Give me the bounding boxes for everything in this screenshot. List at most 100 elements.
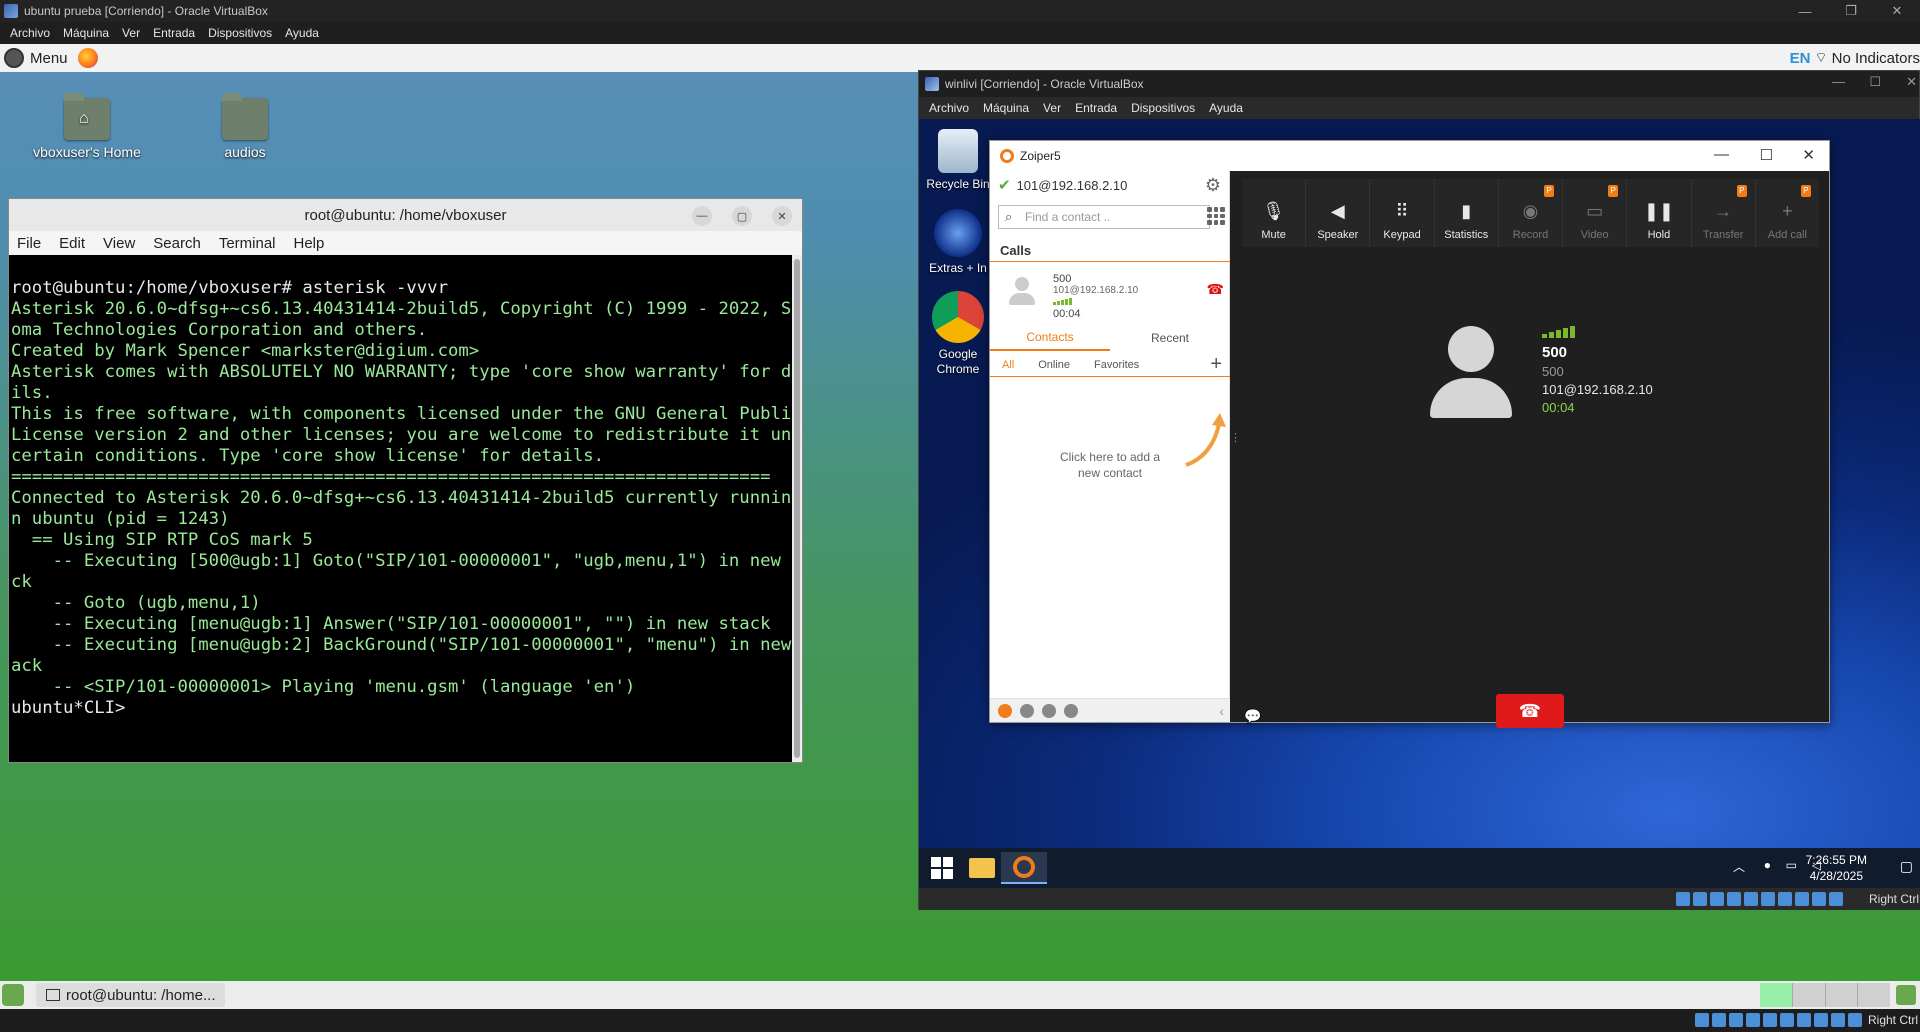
zoiper-close-button[interactable]: ✕ — [1802, 146, 1815, 164]
hangup-button[interactable]: ☎ — [1496, 694, 1564, 728]
terminal-output[interactable]: root@ubuntu:/home/vboxuser# asterisk -vv… — [9, 255, 792, 762]
terminal-title-bar[interactable]: root@ubuntu: /home/vboxuser — ▢ ✕ — [9, 199, 802, 231]
phone-small-icon[interactable] — [1064, 703, 1078, 718]
tab-contacts[interactable]: Contacts — [990, 325, 1110, 351]
collapse-icon[interactable]: ‹ — [1219, 703, 1224, 719]
account-status[interactable]: ✔ 101@192.168.2.10 ⚙ — [990, 171, 1229, 199]
chat-icon[interactable]: 💬 — [1244, 708, 1261, 725]
display-icon[interactable] — [1761, 892, 1775, 906]
close-button[interactable]: ✕ — [1874, 0, 1920, 22]
mouse-integration-icon[interactable] — [1831, 1013, 1845, 1027]
network-adapter-icon[interactable] — [1727, 892, 1741, 906]
vm2-minimize-button[interactable]: — — [1832, 74, 1845, 89]
terminal-menu-file[interactable]: File — [17, 235, 41, 252]
desktop-icon-recycle-bin[interactable]: Recycle Bin — [919, 129, 997, 192]
firefox-icon[interactable] — [77, 48, 98, 68]
filter-online[interactable]: Online — [1026, 359, 1082, 371]
desktop-icon-audios[interactable]: audios — [180, 93, 310, 160]
filter-favorites[interactable]: Favorites — [1082, 359, 1151, 371]
terminal-menu-edit[interactable]: Edit — [59, 235, 85, 252]
mute-button[interactable]: 🎙 Mute — [1242, 179, 1307, 247]
desktop-icon-home[interactable]: ⌂ vboxuser's Home — [22, 93, 152, 160]
workspace-2[interactable] — [1792, 983, 1825, 1007]
network-icon[interactable]: ▭ — [1786, 858, 1797, 872]
speaker-small-icon[interactable] — [1042, 703, 1056, 718]
hold-button[interactable]: ❚❚ Hold — [1627, 179, 1692, 247]
workspace-4[interactable] — [1858, 983, 1890, 1007]
wifi-icon[interactable]: ⌔ — [1814, 49, 1827, 67]
terminal-menu-view[interactable]: View — [103, 235, 135, 252]
speaker-button[interactable]: ◀ Speaker — [1306, 179, 1371, 247]
taskbar-item-terminal[interactable]: root@ubuntu: /home... — [36, 983, 226, 1007]
cpu-icon[interactable] — [1795, 892, 1809, 906]
gear-icon[interactable]: ⚙ — [1205, 175, 1221, 196]
network-adapter-icon[interactable] — [1746, 1013, 1760, 1027]
desktop-icon-chrome[interactable]: Google Chrome — [919, 291, 997, 377]
vm2-maximize-button[interactable]: ☐ — [1869, 74, 1881, 90]
recording-icon[interactable] — [1778, 892, 1792, 906]
file-explorer-button[interactable] — [959, 852, 1005, 884]
menu-entrada[interactable]: Entrada — [153, 26, 195, 40]
terminal-close-button[interactable]: ✕ — [772, 206, 792, 226]
vm2-menu-ver[interactable]: Ver — [1043, 101, 1061, 115]
trash-icon[interactable] — [1896, 985, 1916, 1005]
display-icon[interactable] — [1780, 1013, 1794, 1027]
zoiper-minimize-button[interactable]: — — [1714, 146, 1729, 163]
add-contact-icon[interactable]: + — [1210, 353, 1222, 376]
indicators-label[interactable]: No Indicators — [1832, 50, 1920, 67]
menu-dispositivos[interactable]: Dispositivos — [208, 26, 272, 40]
vm2-menu-archivo[interactable]: Archivo — [929, 101, 969, 115]
tray-chevron-icon[interactable]: ︿ — [1733, 858, 1745, 875]
vm2-menu-dispositivos[interactable]: Dispositivos — [1131, 101, 1195, 115]
call-list-item[interactable]: 500 101@192.168.2.10 00:04 ☎ — [990, 263, 1230, 325]
vm2-menu-entrada[interactable]: Entrada — [1075, 101, 1117, 115]
show-desktop-icon[interactable] — [2, 984, 24, 1006]
keyboard-layout-indicator[interactable]: EN — [1790, 50, 1811, 67]
audio-icon[interactable] — [1712, 1013, 1726, 1027]
optical-drive-icon[interactable] — [1695, 1013, 1709, 1027]
video-button[interactable]: P ▭ Video — [1563, 179, 1628, 247]
vm2-menu-ayuda[interactable]: Ayuda — [1209, 101, 1243, 115]
shared-folder-icon[interactable] — [1763, 1013, 1777, 1027]
keypad-button[interactable]: ⠿ Keypad — [1370, 179, 1435, 247]
optical-drive-icon[interactable] — [1676, 892, 1690, 906]
menu-archivo[interactable]: Archivo — [10, 26, 50, 40]
keyboard-icon[interactable] — [1848, 1013, 1862, 1027]
add-call-button[interactable]: P + Add call — [1756, 179, 1819, 247]
workspace-3[interactable] — [1825, 983, 1858, 1007]
contact-search-input[interactable]: ⌕ Find a contact .. — [998, 205, 1210, 229]
transfer-button[interactable]: P → Transfer — [1692, 179, 1756, 247]
message-icon[interactable] — [1020, 703, 1034, 718]
usb-icon[interactable] — [1710, 892, 1724, 906]
desktop-icon-extras[interactable]: Extras + In — [919, 209, 997, 276]
mouse-integration-icon[interactable] — [1812, 892, 1826, 906]
menu-ayuda[interactable]: Ayuda — [285, 26, 319, 40]
usb-icon[interactable] — [1729, 1013, 1743, 1027]
keyboard-icon[interactable] — [1829, 892, 1843, 906]
workspace-1[interactable] — [1760, 983, 1792, 1007]
notifications-icon[interactable]: ▢ — [1900, 858, 1913, 875]
workspace-switcher[interactable] — [1760, 983, 1890, 1007]
scrollbar-thumb[interactable] — [794, 259, 800, 758]
shared-folder-icon[interactable] — [1744, 892, 1758, 906]
zoiper-taskbar-button[interactable] — [1001, 852, 1047, 884]
minimize-button[interactable]: — — [1782, 0, 1828, 22]
filter-all[interactable]: All — [990, 359, 1026, 371]
dial-icon[interactable] — [998, 703, 1012, 718]
terminal-menu-help[interactable]: Help — [294, 235, 325, 252]
zoiper-window[interactable]: Zoiper5 — ☐ ✕ ✔ 101@192.168.2.10 ⚙ ⌕ Fin… — [989, 140, 1830, 728]
dialpad-icon[interactable] — [1207, 207, 1225, 225]
statistics-button[interactable]: ▮ Statistics — [1435, 179, 1499, 247]
terminal-scrollbar[interactable] — [792, 255, 802, 762]
hangup-small-icon[interactable]: ☎ — [1207, 281, 1224, 298]
terminal-maximize-button[interactable]: ▢ — [732, 206, 752, 226]
menu-ver[interactable]: Ver — [122, 26, 140, 40]
zoiper-maximize-button[interactable]: ☐ — [1760, 146, 1773, 164]
add-contact-hint[interactable]: Click here to add a new contact — [1050, 449, 1170, 481]
recording-icon[interactable] — [1797, 1013, 1811, 1027]
cpu-icon[interactable] — [1814, 1013, 1828, 1027]
terminal-window[interactable]: root@ubuntu: /home/vboxuser — ▢ ✕ File E… — [8, 198, 803, 763]
menu-maquina[interactable]: Máquina — [63, 26, 109, 40]
audio-icon[interactable] — [1693, 892, 1707, 906]
terminal-minimize-button[interactable]: — — [692, 206, 712, 226]
